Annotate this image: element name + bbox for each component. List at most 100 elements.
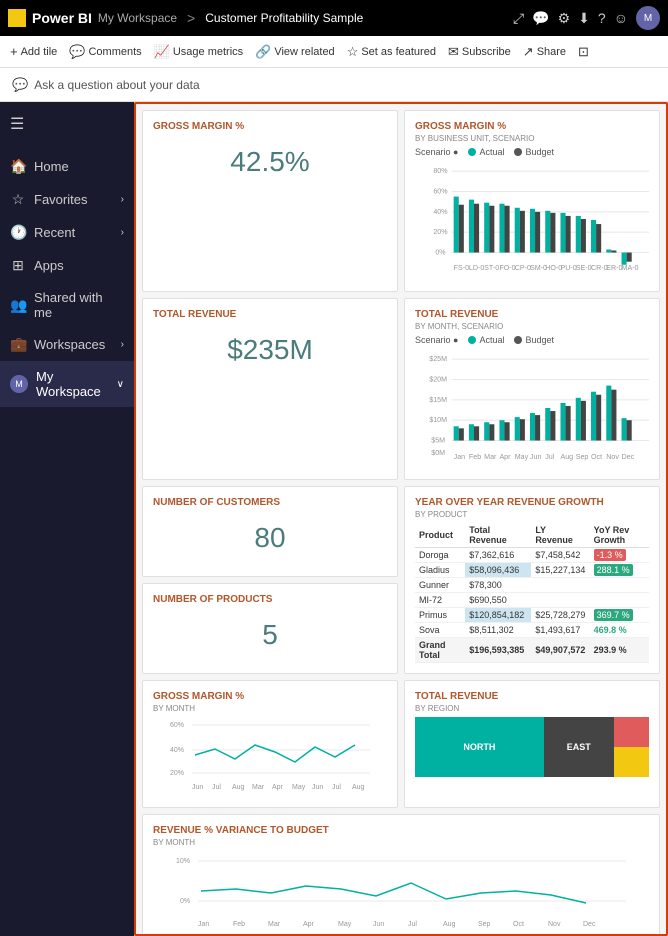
gross-margin-kpi-value: 42.5% xyxy=(153,134,387,190)
grand-total-yoy: 293.9 % xyxy=(590,638,649,663)
table-row: MI-72 $690,550 xyxy=(415,593,649,608)
feedback-icon[interactable]: ☺ xyxy=(614,10,628,26)
num-products-tile: Number of Products 5 xyxy=(142,583,398,674)
table-row: Gladius $58,096,436 $15,227,134 288.1 % xyxy=(415,563,649,578)
total-rev: $120,854,182 xyxy=(465,608,531,623)
grand-total-label: Grand Total xyxy=(415,638,465,663)
download-icon[interactable]: ⬇ xyxy=(578,10,590,27)
hamburger-menu[interactable]: ☰ xyxy=(6,110,128,138)
toolbar: + Add tile 💬 Comments 📈 Usage metrics 🔗 … xyxy=(0,36,668,68)
ly-rev: $1,493,617 xyxy=(531,623,589,638)
svg-text:40%: 40% xyxy=(170,747,184,754)
comment-icon[interactable]: 💬 xyxy=(532,10,549,27)
settings-icon[interactable]: ⚙ xyxy=(558,10,571,27)
subscribe-button[interactable]: ✉ Subscribe xyxy=(448,44,511,60)
add-tile-button[interactable]: + Add tile xyxy=(10,44,57,59)
scenario-label: Scenario ● xyxy=(415,147,458,157)
svg-text:Oct: Oct xyxy=(591,453,602,461)
total-revenue-kpi-value: $235M xyxy=(153,322,387,378)
user-avatar[interactable]: M xyxy=(636,6,660,30)
svg-text:ER-0: ER-0 xyxy=(606,264,622,272)
svg-text:Jul: Jul xyxy=(212,784,221,791)
dashboard-grid: Gross Margin % 42.5% Gross Margin % BY B… xyxy=(142,110,660,936)
svg-text:$15M: $15M xyxy=(429,396,447,404)
gross-margin-kpi-tile: Gross Margin % 42.5% xyxy=(142,110,398,292)
svg-text:Nov: Nov xyxy=(606,453,619,461)
sidebar-item-home[interactable]: 🏠 Home xyxy=(0,150,134,183)
subscribe-label: Subscribe xyxy=(462,46,511,58)
sidebar-item-shared[interactable]: 👥 Shared with me xyxy=(0,282,134,328)
total-revenue-kpi-tile: Total Revenue $235M xyxy=(142,298,398,480)
home-label: Home xyxy=(34,159,124,174)
svg-text:80%: 80% xyxy=(433,167,448,175)
envelope-icon: ✉ xyxy=(448,44,459,60)
region-segment-yellow xyxy=(614,747,649,777)
region-north: NORTH xyxy=(415,717,544,777)
qa-bar: 💬 Ask a question about your data xyxy=(0,68,668,102)
num-products-value: 5 xyxy=(153,607,387,663)
total-rev: $58,096,436 xyxy=(465,563,531,578)
budget-label: Budget xyxy=(525,147,554,157)
expand-icon[interactable]: ⤢ xyxy=(513,10,524,27)
my-workspace-label: My Workspace xyxy=(36,369,109,399)
svg-text:Feb: Feb xyxy=(233,921,245,928)
main-layout: ☰ 🏠 Home ☆ Favorites › 🕐 Recent › ⊞ Apps… xyxy=(0,102,668,936)
yoy-growth: 369.7 % xyxy=(590,608,649,623)
sidebar-item-workspaces[interactable]: 💼 Workspaces › xyxy=(0,328,134,361)
comments-button[interactable]: 💬 Comments xyxy=(69,44,141,60)
product-name: Sova xyxy=(415,623,465,638)
svg-text:0%: 0% xyxy=(180,898,190,905)
svg-text:CR-0: CR-0 xyxy=(591,264,608,272)
ly-rev: $15,227,134 xyxy=(531,563,589,578)
product-name: Primus xyxy=(415,608,465,623)
qa-placeholder[interactable]: Ask a question about your data xyxy=(34,78,199,92)
svg-text:$10M: $10M xyxy=(429,416,447,424)
svg-text:Jun: Jun xyxy=(530,453,542,461)
help-icon[interactable]: ? xyxy=(598,10,606,26)
share-label: Share xyxy=(537,46,566,58)
product-name: Gladius xyxy=(415,563,465,578)
svg-text:May: May xyxy=(515,453,529,461)
svg-text:Dec: Dec xyxy=(583,921,596,928)
sidebar-item-favorites[interactable]: ☆ Favorites › xyxy=(0,183,134,216)
more-button[interactable]: ⊡ xyxy=(578,44,589,60)
svg-text:MA-0: MA-0 xyxy=(622,264,639,272)
gross-margin-chart-title: Gross Margin % xyxy=(415,121,649,132)
total-revenue-bar-chart: $25M $20M $15M $10M $5M $0M xyxy=(415,349,649,469)
svg-text:PU-0: PU-0 xyxy=(560,264,576,272)
svg-text:20%: 20% xyxy=(170,770,184,777)
usage-metrics-button[interactable]: 📈 Usage metrics xyxy=(154,44,243,60)
workspaces-label: Workspaces xyxy=(34,337,113,352)
view-related-button[interactable]: 🔗 View related xyxy=(255,44,335,60)
favorites-expand-icon: › xyxy=(121,194,124,205)
revenue-region-subtitle: BY REGION xyxy=(415,704,649,713)
ly-rev xyxy=(531,593,589,608)
svg-text:Sep: Sep xyxy=(576,453,589,461)
svg-text:Jan: Jan xyxy=(198,921,209,928)
sidebar-item-recent[interactable]: 🕐 Recent › xyxy=(0,216,134,249)
ly-rev: $7,458,542 xyxy=(531,548,589,563)
yoy-badge: 369.7 % xyxy=(594,609,633,621)
svg-text:Nov: Nov xyxy=(548,921,561,928)
featured-button[interactable]: ☆ Set as featured xyxy=(347,44,436,60)
svg-text:Feb: Feb xyxy=(469,453,481,461)
yoy-title: Year Over Year Revenue Growth xyxy=(415,497,649,508)
add-icon: + xyxy=(10,44,18,59)
yoy-badge: -1.3 % xyxy=(594,549,626,561)
svg-text:Apr: Apr xyxy=(272,784,284,791)
svg-text:SE-0: SE-0 xyxy=(576,264,592,272)
workspace-breadcrumb[interactable]: My Workspace xyxy=(98,11,177,25)
yoy-growth: 288.1 % xyxy=(590,563,649,578)
gross-margin-svg: 80% 60% 40% 20% 0% xyxy=(415,161,649,281)
svg-text:$20M: $20M xyxy=(429,376,447,384)
svg-text:Jan: Jan xyxy=(454,453,466,461)
shared-label: Shared with me xyxy=(34,290,124,320)
yoy-growth xyxy=(590,593,649,608)
metrics-icon: 📈 xyxy=(154,44,170,60)
my-workspace-avatar: M xyxy=(10,375,28,393)
tr-scenario-label: Scenario ● xyxy=(415,335,458,345)
svg-text:$0M: $0M xyxy=(431,449,445,457)
share-button[interactable]: ↗ Share xyxy=(523,44,566,60)
sidebar-item-my-workspace[interactable]: M My Workspace ∨ xyxy=(0,361,134,407)
sidebar-item-apps[interactable]: ⊞ Apps xyxy=(0,249,134,282)
